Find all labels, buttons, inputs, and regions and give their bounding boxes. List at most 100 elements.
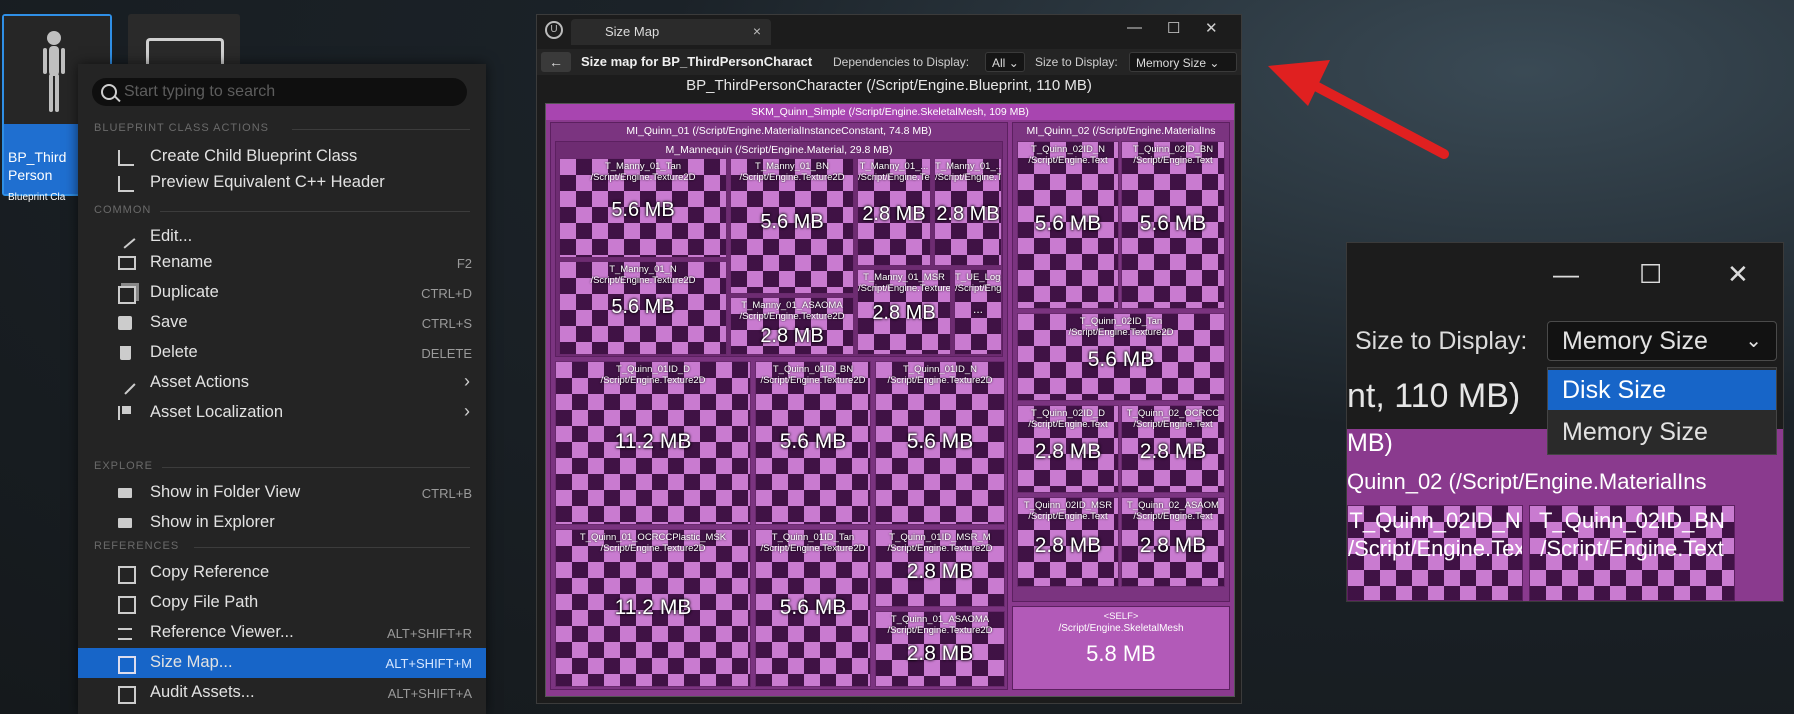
inset-close-icon: ✕ [1727, 259, 1749, 289]
inset-title-fragment: nt, 110 MB) [1347, 377, 1521, 415]
chevron-down-icon: ⌄ [1745, 330, 1762, 352]
mi-quinn-02-block[interactable]: MI_Quinn_02 (/Script/Engine.MaterialIns … [1012, 122, 1230, 602]
menu-item-asset-actions[interactable]: Asset Actions › [78, 368, 486, 398]
menu-item-show-explorer[interactable]: Show in Explorer [78, 508, 486, 538]
dependencies-label: Dependencies to Display: [833, 55, 970, 69]
texture-tile[interactable]: T_Quinn_02_ASAOM/Script/Engine.Text 2.8 … [1121, 497, 1225, 587]
audit-icon [118, 686, 136, 704]
save-icon [118, 316, 132, 330]
inset-maximize-icon: ☐ [1639, 259, 1663, 289]
texture-tile[interactable]: T_Quinn_02ID_BN/Script/Engine.Text 5.6 M… [1121, 141, 1225, 309]
chevron-right-icon: › [464, 371, 470, 391]
copy-path-icon [118, 596, 136, 614]
texture-tile[interactable]: T_Manny_01_ASAOMA/Script/Engine.Texture2… [730, 297, 854, 355]
inset-mi-fragment: Quinn_02 (/Script/Engine.MaterialIns [1347, 469, 1707, 494]
texture-tile[interactable]: T_Quinn_01_OCRCCPlastic_MSK/Script/Engin… [555, 529, 751, 687]
back-button[interactable]: ← [541, 52, 571, 72]
texture-tile[interactable]: T_Quinn_02_OCRCC/Script/Engine.Text 2.8 … [1121, 405, 1225, 493]
texture-tile[interactable]: T_Manny_01_N/Script/Engine.Texture2D 5.6… [559, 261, 727, 355]
mi-quinn-01-block[interactable]: MI_Quinn_01 (/Script/Engine.MaterialInst… [550, 122, 1008, 690]
texture-tile[interactable]: T_Quinn_01_ASAOMA/Script/Engine.Texture2… [875, 611, 1005, 687]
menu-item-audit-assets[interactable]: Audit Assets... ALT+SHIFT+A [78, 678, 486, 708]
reference-viewer-icon [118, 628, 132, 640]
m-mannequin-header: M_Mannequin (/Script/Engine.Material, 29… [665, 144, 893, 156]
inset-minimize-icon: — [1553, 259, 1579, 289]
size-map-window: U Size Map × — ☐ ✕ ← Size map for BP_Thi… [536, 14, 1242, 704]
self-tile[interactable]: <SELF> /Script/Engine.SkeletalMesh 5.8 M… [1012, 606, 1230, 690]
size-to-display-dropdown[interactable]: Memory Size ⌄ [1129, 52, 1237, 72]
menu-item-reference-viewer[interactable]: Reference Viewer... ALT+SHIFT+R [78, 618, 486, 648]
red-arrow-annotation [1268, 60, 1449, 159]
folder-icon [118, 488, 132, 498]
section-explore: EXPLORE [94, 460, 470, 472]
rename-icon [118, 256, 136, 270]
texture-tile[interactable]: T_Quinn_02ID_Tan/Script/Engine.Texture2D… [1017, 313, 1225, 401]
texture-tile[interactable]: T_Quinn_02ID_MSR/Script/Engine.Text 2.8 … [1017, 497, 1119, 587]
section-references: REFERENCES [94, 540, 470, 552]
zoom-inset: — ☐ ✕ Size to Display: Memory Size ⌄ nt,… [1346, 242, 1784, 602]
texture-tile[interactable]: T_Quinn_01ID_BN/Script/Engine.Texture2D … [755, 361, 871, 525]
root-asset-title: BP_ThirdPersonCharacter (/Script/Engine.… [686, 77, 1092, 94]
search-icon [101, 84, 117, 100]
maximize-button[interactable]: ☐ [1167, 19, 1180, 37]
menu-item-save[interactable]: Save CTRL+S [78, 308, 486, 338]
inset-size-dropdown[interactable]: Memory Size ⌄ [1547, 321, 1777, 361]
texture-tile[interactable]: T_Quinn_02ID_D/Script/Engine.Text 2.8 MB [1017, 405, 1119, 493]
texture-tile[interactable]: T_Manny_01_.../Script/Engine.Texture2D 2… [857, 158, 931, 266]
menu-item-copy-path[interactable]: Copy File Path [78, 588, 486, 618]
mi-quinn-01-header: MI_Quinn_01 (/Script/Engine.MaterialInst… [626, 125, 932, 137]
inset-texture-tile: T_Quinn_02ID_BN /Script/Engine.Text [1529, 505, 1735, 601]
asset-class: Blueprint Cla [8, 192, 66, 203]
minimize-button[interactable]: — [1127, 19, 1142, 36]
duplicate-icon [118, 286, 136, 304]
inset-texture-tile: T_Quinn_02ID_N /Script/Engine.Text [1347, 505, 1523, 601]
texture-tile[interactable]: T_Manny_01_.../Script/Engine.Texture2D 2… [934, 158, 1002, 266]
size-map-title: Size map for BP_ThirdPersonCharact [581, 54, 813, 69]
option-memory-size[interactable]: Memory Size [1548, 412, 1776, 452]
pencil-icon [114, 227, 136, 249]
chevron-right-icon: › [464, 401, 470, 421]
menu-item-delete[interactable]: Delete DELETE [78, 338, 486, 368]
mesh-header[interactable]: SKM_Quinn_Simple (/Script/Engine.Skeleta… [546, 104, 1234, 120]
texture-tile[interactable]: T_Quinn_01ID_D/Script/Engine.Texture2D 1… [555, 361, 751, 525]
texture-tile[interactable]: T_Manny_01_BN/Script/Engine.Texture2D 5.… [730, 158, 854, 294]
menu-item-size-map[interactable]: Size Map... ALT+SHIFT+M [78, 648, 486, 678]
search-placeholder: Start typing to search [124, 83, 276, 100]
unreal-logo-icon: U [545, 21, 563, 39]
mi-quinn-02-header: MI_Quinn_02 (/Script/Engine.MaterialIns [1026, 125, 1216, 137]
copy-icon [118, 566, 136, 584]
folder-search-icon [118, 518, 132, 528]
trash-icon [120, 346, 131, 360]
flag-icon [118, 406, 134, 420]
inset-size-to-display-label: Size to Display: [1355, 327, 1528, 355]
chevron-down-icon: ⌄ [1008, 56, 1019, 70]
size-map-icon [118, 656, 136, 674]
dependencies-dropdown[interactable]: All ⌄ [985, 52, 1025, 72]
wrench-icon [114, 373, 136, 395]
m-mannequin-block[interactable]: M_Mannequin (/Script/Engine.Material, 29… [555, 141, 1003, 357]
tab-close-icon[interactable]: × [753, 23, 761, 39]
texture-tile[interactable]: T_Quinn_02ID_N/Script/Engine.Text 5.6 MB [1017, 141, 1119, 309]
menu-item-show-folder[interactable]: Show in Folder View CTRL+B [78, 478, 486, 508]
menu-item-asset-localization[interactable]: Asset Localization › [78, 398, 486, 428]
menu-item-rename[interactable]: Rename F2 [78, 248, 486, 278]
texture-tile[interactable]: T_Quinn_01ID_Tan/Script/Engine.Texture2D… [755, 529, 871, 687]
blueprint-child-icon [118, 150, 134, 166]
menu-item-preview-cpp[interactable]: Preview Equivalent C++ Header [78, 168, 486, 198]
option-disk-size[interactable]: Disk Size [1548, 370, 1776, 410]
menu-item-copy-reference[interactable]: Copy Reference [78, 558, 486, 588]
menu-item-duplicate[interactable]: Duplicate CTRL+D [78, 278, 486, 308]
inset-dropdown-list: Disk Size Memory Size [1547, 367, 1777, 455]
tab-size-map[interactable]: Size Map × [571, 19, 771, 45]
search-input[interactable]: Start typing to search [92, 78, 467, 106]
texture-tile[interactable]: T_Quinn_01ID_N/Script/Engine.Texture2D 5… [875, 361, 1005, 525]
texture-tile[interactable]: T_Manny_01_Tan/Script/Engine.Texture2D 5… [559, 158, 727, 258]
treemap: SKM_Quinn_Simple (/Script/Engine.Skeleta… [545, 103, 1235, 697]
section-common: COMMON [94, 204, 470, 216]
texture-tile[interactable]: T_Manny_01_MSR/Script/Engine.Texture2D 2… [857, 269, 951, 355]
cpp-header-icon [118, 176, 134, 192]
inset-mesh-fragment: MB) [1347, 429, 1393, 457]
close-button[interactable]: ✕ [1205, 19, 1218, 37]
texture-tile[interactable]: T_Quinn_01ID_MSR_M/Script/Engine.Texture… [875, 529, 1005, 607]
texture-tile[interactable]: T_UE_Logo/Script/Engine.Texture2D ... [954, 269, 1002, 355]
